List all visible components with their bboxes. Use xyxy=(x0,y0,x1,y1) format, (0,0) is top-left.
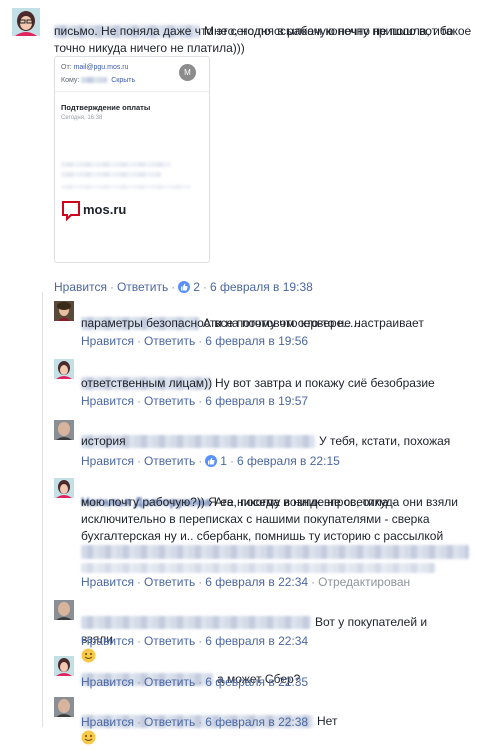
reply-timestamp[interactable]: 6 февраля в 19:57 xyxy=(205,394,308,408)
avatar-bald-man[interactable] xyxy=(54,697,74,717)
reply-link[interactable]: Ответить xyxy=(144,394,195,408)
email-from: От: mail@pgu.mos.ru xyxy=(61,64,129,71)
like-count[interactable]: 2 xyxy=(193,280,200,294)
reply-6-actions: Нравится · Ответить · 6 февраля в 22:35 xyxy=(81,675,309,689)
post-timestamp[interactable]: 6 февраля в 19:38 xyxy=(210,280,313,294)
email-screenshot[interactable]: От: mail@pgu.mos.ru Кому: Скрыть M Подтв… xyxy=(54,56,210,263)
reply-4-text-line2: мою почту рабочую?)) Я ее никогда и нигд… xyxy=(81,495,396,509)
like-link[interactable]: Нравится xyxy=(81,334,134,348)
like-link[interactable]: Нравится xyxy=(81,575,134,589)
reply-1-text-line2: параметры безопасности на почтовом серве… xyxy=(81,316,360,330)
email-sender-avatar: M xyxy=(179,64,196,81)
reply-1-actions: Нравится · Ответить · 6 февраля в 19:56 xyxy=(81,334,309,348)
avatar-woman[interactable] xyxy=(12,8,40,36)
like-link[interactable]: Нравится xyxy=(81,454,134,468)
like-count[interactable]: 1 xyxy=(220,454,227,468)
reply-link[interactable]: Ответить xyxy=(117,280,168,294)
edited-label[interactable]: Отредактирован xyxy=(318,575,410,589)
reply-link[interactable]: Ответить xyxy=(144,675,195,689)
reply-7-actions: Нравится · Ответить · 6 февраля в 22:38 xyxy=(81,715,309,729)
reply-4-actions: Нравится · Ответить · 6 февраля в 22:34 · Отре… xyxy=(81,575,411,589)
like-thumb-icon[interactable] xyxy=(178,281,191,293)
reply-timestamp[interactable]: 6 февраля в 22:34 xyxy=(205,634,308,648)
like-link[interactable]: Нравится xyxy=(54,280,107,294)
mos-brand: mos.ru xyxy=(83,202,127,217)
reply-link[interactable]: Ответить xyxy=(144,334,195,348)
reply-link[interactable]: Ответить xyxy=(144,454,195,468)
email-date: Сегодня, 16:38 xyxy=(61,115,103,121)
avatar-bald-man[interactable] xyxy=(54,600,74,620)
reply-3-actions: Нравится · Ответить · 1 · 6 февраля в 22:15 xyxy=(81,454,340,468)
avatar-woman[interactable] xyxy=(54,478,74,498)
reply-3-text-line2: история xyxy=(81,434,126,448)
thread-line xyxy=(42,292,43,727)
post-text-line2: письмо. Не поняла даже что это, но по сс… xyxy=(54,24,454,38)
reply-2-text-line2: ответственным лицам)) xyxy=(81,376,213,390)
smile-emoji-icon xyxy=(81,730,96,745)
reply-4-text-line3: исключительно в переписках с нашими поку… xyxy=(81,512,430,526)
reply-timestamp[interactable]: 6 февраля в 19:56 xyxy=(205,334,308,348)
reply-link[interactable]: Ответить xyxy=(144,575,195,589)
reply-5-actions: Нравится · Ответить · 6 февраля в 22:34 xyxy=(81,634,309,648)
post-actions: Нравится · Ответить · 2 · 6 февраля в 19:38 xyxy=(54,280,313,294)
like-thumb-icon[interactable] xyxy=(205,455,218,467)
like-link[interactable]: Нравится xyxy=(81,675,134,689)
like-link[interactable]: Нравится xyxy=(81,634,134,648)
reply-timestamp[interactable]: 6 февраля в 22:34 xyxy=(205,575,308,589)
reply-timestamp[interactable]: 6 февраля в 22:35 xyxy=(205,675,308,689)
avatar-dark-hair[interactable] xyxy=(54,301,74,321)
avatar-woman[interactable] xyxy=(54,656,74,676)
post-text-line3: точно никуда ничего не платила))) xyxy=(54,41,245,55)
reply-link[interactable]: Ответить xyxy=(144,634,195,648)
email-to: Кому: Скрыть xyxy=(61,77,136,84)
reply-timestamp[interactable]: 6 февраля в 22:15 xyxy=(237,454,340,468)
email-subject: Подтверждение оплаты xyxy=(61,103,151,112)
avatar-woman[interactable] xyxy=(54,359,74,379)
like-link[interactable]: Нравится xyxy=(81,394,134,408)
mos-logo-icon xyxy=(62,201,80,224)
reply-4-blurred-text xyxy=(81,544,469,559)
reply-2-actions: Нравится · Ответить · 6 февраля в 19:57 xyxy=(81,394,309,408)
reply-4-text-line4: бухгалтерская ну и.. сбербанк, помнишь т… xyxy=(81,529,444,543)
reply-4-blurred-text-2 xyxy=(81,560,435,574)
avatar-bald-man[interactable] xyxy=(54,420,74,440)
